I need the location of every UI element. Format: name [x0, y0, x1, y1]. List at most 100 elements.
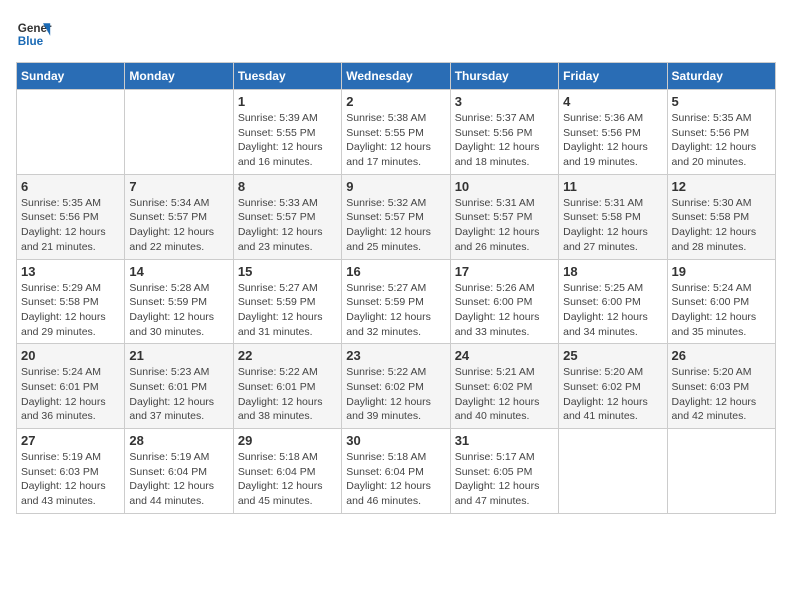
day-info: Sunrise: 5:33 AM Sunset: 5:57 PM Dayligh… [238, 196, 337, 255]
calendar-cell: 4Sunrise: 5:36 AM Sunset: 5:56 PM Daylig… [559, 90, 667, 175]
calendar-cell: 23 Sunrise: 5:22 AM Sunset: 6:02 PM Dayli… [342, 344, 450, 429]
day-number: 30 [346, 433, 445, 448]
day-info: Sunrise: 5:27 AM Sunset: 5:59 PM Dayligh… [238, 281, 337, 340]
logo-icon: General Blue [16, 16, 52, 52]
calendar-cell [559, 429, 667, 514]
day-info: Sunrise: 5:27 AM Sunset: 5:59 PM Dayligh… [346, 281, 445, 340]
day-number: 26 [672, 348, 771, 363]
day-number: 15 [238, 264, 337, 279]
calendar-cell: 27 Sunrise: 5:19 AM Sunset: 6:03 PM Dayli… [17, 429, 125, 514]
day-number: 8 [238, 179, 337, 194]
calendar-cell: 7 Sunrise: 5:34 AM Sunset: 5:57 PM Daylig… [125, 174, 233, 259]
calendar-cell [17, 90, 125, 175]
calendar-cell: 14 Sunrise: 5:28 AM Sunset: 5:59 PM Dayli… [125, 259, 233, 344]
day-number: 16 [346, 264, 445, 279]
calendar-header-row: SundayMondayTuesdayWednesdayThursdayFrid… [17, 63, 776, 90]
day-info: Sunrise: 5:26 AM Sunset: 6:00 PM Dayligh… [455, 281, 554, 340]
calendar-cell: 20 Sunrise: 5:24 AM Sunset: 6:01 PM Dayli… [17, 344, 125, 429]
day-info: Sunrise: 5:31 AM Sunset: 5:58 PM Dayligh… [563, 196, 662, 255]
calendar-cell: 10 Sunrise: 5:31 AM Sunset: 5:57 PM Dayli… [450, 174, 558, 259]
day-info: Sunrise: 5:20 AM Sunset: 6:03 PM Dayligh… [672, 365, 771, 424]
calendar-cell: 28Sunrise: 5:19 AM Sunset: 6:04 PM Dayli… [125, 429, 233, 514]
calendar-cell: 25 Sunrise: 5:20 AM Sunset: 6:02 PM Dayli… [559, 344, 667, 429]
day-number: 7 [129, 179, 228, 194]
day-number: 3 [455, 94, 554, 109]
calendar-week-5: 27 Sunrise: 5:19 AM Sunset: 6:03 PM Dayli… [17, 429, 776, 514]
day-number: 25 [563, 348, 662, 363]
day-info: Sunrise: 5:34 AM Sunset: 5:57 PM Dayligh… [129, 196, 228, 255]
calendar-cell: 30 Sunrise: 5:18 AM Sunset: 6:04 PM Dayli… [342, 429, 450, 514]
calendar-cell: 24 Sunrise: 5:21 AM Sunset: 6:02 PM Dayli… [450, 344, 558, 429]
calendar-cell: 3Sunrise: 5:37 AM Sunset: 5:56 PM Daylig… [450, 90, 558, 175]
day-info: Sunrise: 5:18 AM Sunset: 6:04 PM Dayligh… [346, 450, 445, 509]
day-info: Sunrise: 5:22 AM Sunset: 6:02 PM Dayligh… [346, 365, 445, 424]
calendar-cell: 2 Sunrise: 5:38 AM Sunset: 5:55 PM Daylig… [342, 90, 450, 175]
day-number: 29 [238, 433, 337, 448]
calendar-cell: 13 Sunrise: 5:29 AM Sunset: 5:58 PM Dayli… [17, 259, 125, 344]
calendar-cell: 5Sunrise: 5:35 AM Sunset: 5:56 PM Daylig… [667, 90, 775, 175]
day-info: Sunrise: 5:28 AM Sunset: 5:59 PM Dayligh… [129, 281, 228, 340]
day-info: Sunrise: 5:31 AM Sunset: 5:57 PM Dayligh… [455, 196, 554, 255]
calendar-cell: 16 Sunrise: 5:27 AM Sunset: 5:59 PM Dayli… [342, 259, 450, 344]
day-number: 20 [21, 348, 120, 363]
calendar-cell: 26 Sunrise: 5:20 AM Sunset: 6:03 PM Dayli… [667, 344, 775, 429]
day-number: 10 [455, 179, 554, 194]
day-number: 2 [346, 94, 445, 109]
day-info: Sunrise: 5:19 AM Sunset: 6:03 PM Dayligh… [21, 450, 120, 509]
calendar-cell: 29 Sunrise: 5:18 AM Sunset: 6:04 PM Dayli… [233, 429, 341, 514]
day-info: Sunrise: 5:23 AM Sunset: 6:01 PM Dayligh… [129, 365, 228, 424]
column-header-monday: Monday [125, 63, 233, 90]
day-number: 5 [672, 94, 771, 109]
day-info: Sunrise: 5:32 AM Sunset: 5:57 PM Dayligh… [346, 196, 445, 255]
day-info: Sunrise: 5:38 AM Sunset: 5:55 PM Dayligh… [346, 111, 445, 170]
column-header-thursday: Thursday [450, 63, 558, 90]
day-number: 12 [672, 179, 771, 194]
calendar-cell: 17 Sunrise: 5:26 AM Sunset: 6:00 PM Dayli… [450, 259, 558, 344]
calendar-cell: 31Sunrise: 5:17 AM Sunset: 6:05 PM Dayli… [450, 429, 558, 514]
day-number: 18 [563, 264, 662, 279]
day-info: Sunrise: 5:18 AM Sunset: 6:04 PM Dayligh… [238, 450, 337, 509]
day-number: 17 [455, 264, 554, 279]
day-info: Sunrise: 5:35 AM Sunset: 5:56 PM Dayligh… [21, 196, 120, 255]
calendar-week-4: 20 Sunrise: 5:24 AM Sunset: 6:01 PM Dayli… [17, 344, 776, 429]
day-info: Sunrise: 5:21 AM Sunset: 6:02 PM Dayligh… [455, 365, 554, 424]
day-number: 24 [455, 348, 554, 363]
day-info: Sunrise: 5:19 AM Sunset: 6:04 PM Dayligh… [129, 450, 228, 509]
calendar-cell: 21Sunrise: 5:23 AM Sunset: 6:01 PM Dayli… [125, 344, 233, 429]
logo: General Blue [16, 16, 52, 52]
calendar-table: SundayMondayTuesdayWednesdayThursdayFrid… [16, 62, 776, 514]
calendar-cell: 1 Sunrise: 5:39 AM Sunset: 5:55 PM Daylig… [233, 90, 341, 175]
day-number: 11 [563, 179, 662, 194]
day-info: Sunrise: 5:29 AM Sunset: 5:58 PM Dayligh… [21, 281, 120, 340]
day-info: Sunrise: 5:24 AM Sunset: 6:01 PM Dayligh… [21, 365, 120, 424]
calendar-cell: 18 Sunrise: 5:25 AM Sunset: 6:00 PM Dayli… [559, 259, 667, 344]
day-number: 19 [672, 264, 771, 279]
day-number: 27 [21, 433, 120, 448]
calendar-cell: 15 Sunrise: 5:27 AM Sunset: 5:59 PM Dayli… [233, 259, 341, 344]
calendar-cell: 12 Sunrise: 5:30 AM Sunset: 5:58 PM Dayli… [667, 174, 775, 259]
day-info: Sunrise: 5:22 AM Sunset: 6:01 PM Dayligh… [238, 365, 337, 424]
calendar-cell: 11 Sunrise: 5:31 AM Sunset: 5:58 PM Dayli… [559, 174, 667, 259]
day-number: 9 [346, 179, 445, 194]
day-number: 13 [21, 264, 120, 279]
column-header-wednesday: Wednesday [342, 63, 450, 90]
day-info: Sunrise: 5:30 AM Sunset: 5:58 PM Dayligh… [672, 196, 771, 255]
day-info: Sunrise: 5:39 AM Sunset: 5:55 PM Dayligh… [238, 111, 337, 170]
day-number: 23 [346, 348, 445, 363]
column-header-sunday: Sunday [17, 63, 125, 90]
day-number: 4 [563, 94, 662, 109]
column-header-friday: Friday [559, 63, 667, 90]
calendar-cell: 9 Sunrise: 5:32 AM Sunset: 5:57 PM Daylig… [342, 174, 450, 259]
day-info: Sunrise: 5:20 AM Sunset: 6:02 PM Dayligh… [563, 365, 662, 424]
day-number: 14 [129, 264, 228, 279]
day-number: 22 [238, 348, 337, 363]
page-header: General Blue [16, 16, 776, 52]
calendar-cell: 6 Sunrise: 5:35 AM Sunset: 5:56 PM Daylig… [17, 174, 125, 259]
day-number: 1 [238, 94, 337, 109]
svg-text:Blue: Blue [18, 35, 44, 48]
day-number: 31 [455, 433, 554, 448]
day-number: 6 [21, 179, 120, 194]
day-info: Sunrise: 5:25 AM Sunset: 6:00 PM Dayligh… [563, 281, 662, 340]
calendar-cell [667, 429, 775, 514]
calendar-week-3: 13 Sunrise: 5:29 AM Sunset: 5:58 PM Dayli… [17, 259, 776, 344]
